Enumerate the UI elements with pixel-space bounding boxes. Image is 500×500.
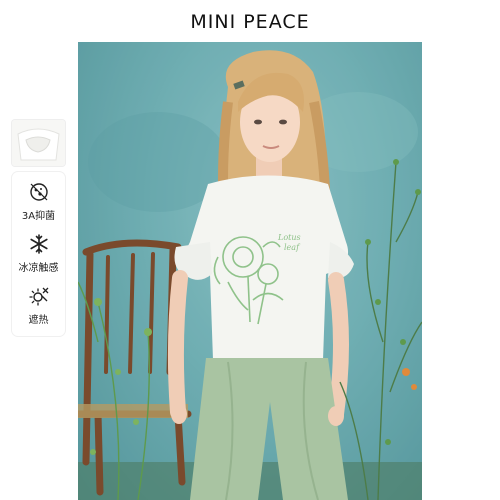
feature-cooling: 冰凉触感 bbox=[12, 232, 65, 280]
antibacterial-icon bbox=[29, 183, 48, 201]
model-illustration: Lotus leaf bbox=[78, 42, 422, 500]
product-photo: Lotus leaf bbox=[78, 42, 422, 500]
sun-shield-icon bbox=[28, 287, 48, 306]
feature-label-cooling: 冰凉触感 bbox=[18, 263, 59, 274]
feature-label-antibacterial: 3A抑菌 bbox=[21, 211, 56, 222]
feature-antibacterial: 3A抑菌 bbox=[12, 180, 65, 228]
feature-card: 3A抑菌 冰凉触感 遮热 bbox=[12, 172, 65, 336]
sleeve-detail-thumbnail[interactable] bbox=[12, 120, 65, 166]
feature-label-sun-shield: 遮热 bbox=[28, 315, 49, 326]
snowflake-icon bbox=[29, 234, 48, 254]
feature-sidebar: 3A抑菌 冰凉触感 遮热 bbox=[12, 120, 65, 336]
tshirt-print-word-1: Lotus bbox=[277, 233, 301, 242]
tshirt-print-word-2: leaf bbox=[284, 243, 301, 252]
brand-logo: MINI PEACE bbox=[190, 11, 310, 33]
feature-sun-shield: 遮热 bbox=[12, 284, 65, 332]
